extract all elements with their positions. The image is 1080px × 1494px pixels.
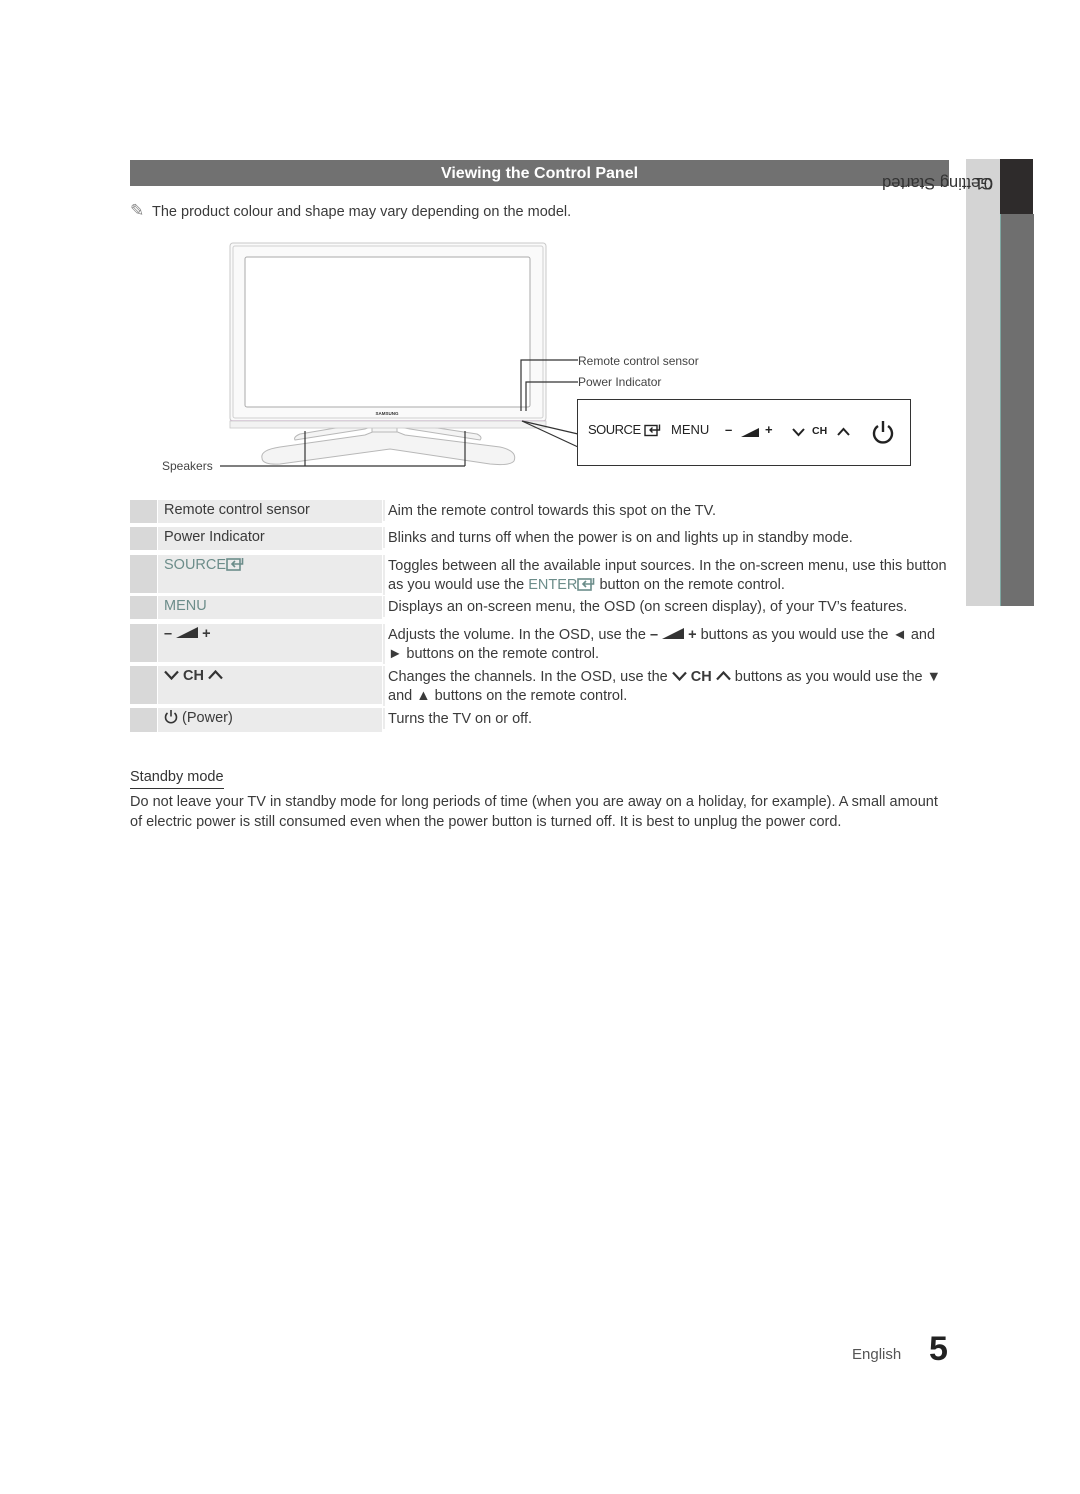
row-label: (Power) [164,710,233,726]
volume-wedge-icon [662,627,685,639]
chevron-up-icon [715,670,731,680]
chapter-title: Getting Started [882,174,993,192]
footer-language: English [852,1346,902,1363]
section-title: Viewing the Control Panel [440,165,639,182]
row-description: Toggles between all the available input … [383,555,948,595]
power-icon [164,710,178,724]
enter-label: ENTER [528,577,578,593]
panel-volume-down-button[interactable]: – [725,422,732,437]
volume-wedge-icon [741,428,759,437]
minus-label: – [164,626,173,642]
row-description: Turns the TV on or off. [383,708,948,729]
row-description: Changes the channels. In the OSD, use th… [383,666,948,706]
chevron-down-icon[interactable] [792,427,805,437]
table-row: CH Changes the channels. In the OSD, use… [130,666,950,706]
note: ✎ The product colour and shape may vary d… [130,201,571,221]
chevron-up-icon [208,669,223,679]
table-row: MENU Displays an on-screen menu, the OSD… [130,596,950,619]
chapter-tab-bar [1000,214,1034,606]
row-description: Blinks and turns off when the power is o… [383,527,948,548]
table-row: SOURCE Toggles between all the available… [130,555,950,595]
panel-source-label: SOURCE [588,422,641,437]
panel-source-button[interactable]: SOURCE [588,422,661,437]
panel-ch-label: CH [812,425,828,437]
chevron-up-icon[interactable] [837,427,850,437]
desc-text: button on the remote control. [595,577,785,593]
callout-remote-sensor: Remote control sensor [578,354,699,368]
chapter-tab-marker [1000,159,1033,214]
callout-power-indicator: Power Indicator [578,375,662,389]
enter-icon [644,424,660,437]
panel-volume-up-button[interactable]: + [765,422,773,437]
chevron-down-icon [164,670,179,680]
brand-logo: SAMSUNG [375,411,399,416]
enter-icon [226,557,244,571]
row-description: Aim the remote control towards this spot… [383,500,948,521]
power-label: (Power) [182,710,233,726]
table-row: Remote control sensor Aim the remote con… [130,500,950,523]
note-text: The product colour and shape may vary de… [152,204,572,220]
ch-label: CH [183,668,204,684]
standby-body: Do not leave your TV in standby mode for… [130,794,938,830]
pencil-note-icon: ✎ [130,201,145,220]
section-title-bar: Viewing the Control Panel [130,160,949,186]
control-panel-closeup: SOURCE MENU – + CH [577,399,911,466]
row-description: Displays an on-screen menu, the OSD (on … [383,596,948,617]
panel-menu-button[interactable]: MENU [671,422,709,437]
enter-icon [577,577,595,591]
row-label: Power Indicator [164,529,265,545]
row-label: – + [164,626,211,642]
chevron-down-icon [671,671,687,681]
row-label: SOURCE [164,557,244,573]
source-label: SOURCE [164,557,227,573]
ch-label: CH [690,669,712,685]
row-label: MENU [164,598,207,614]
table-row: – + Adjusts the volume. In the OSD, use … [130,624,950,664]
volume-wedge-icon [176,626,199,638]
plus-label: + [202,626,211,642]
tv-screen [244,256,531,408]
chapter-tab-label: 01 Getting Started [882,166,999,606]
callout-speakers: Speakers [162,459,213,473]
row-description: Adjusts the volume. In the OSD, use the … [383,624,948,664]
row-label: Remote control sensor [164,502,310,518]
standby-heading: Standby mode [130,769,224,789]
row-label: CH [164,668,223,684]
page-number: 5 [929,1330,948,1368]
desc-text: Changes the channels. In the OSD, use th… [388,669,672,685]
plus-label: + [688,627,697,643]
table-row: Power Indicator Blinks and turns off whe… [130,527,950,550]
table-row: (Power) Turns the TV on or off. [130,708,950,732]
power-icon[interactable] [871,420,895,444]
desc-text: Adjusts the volume. In the OSD, use the [388,627,650,643]
minus-label: – [649,627,659,643]
